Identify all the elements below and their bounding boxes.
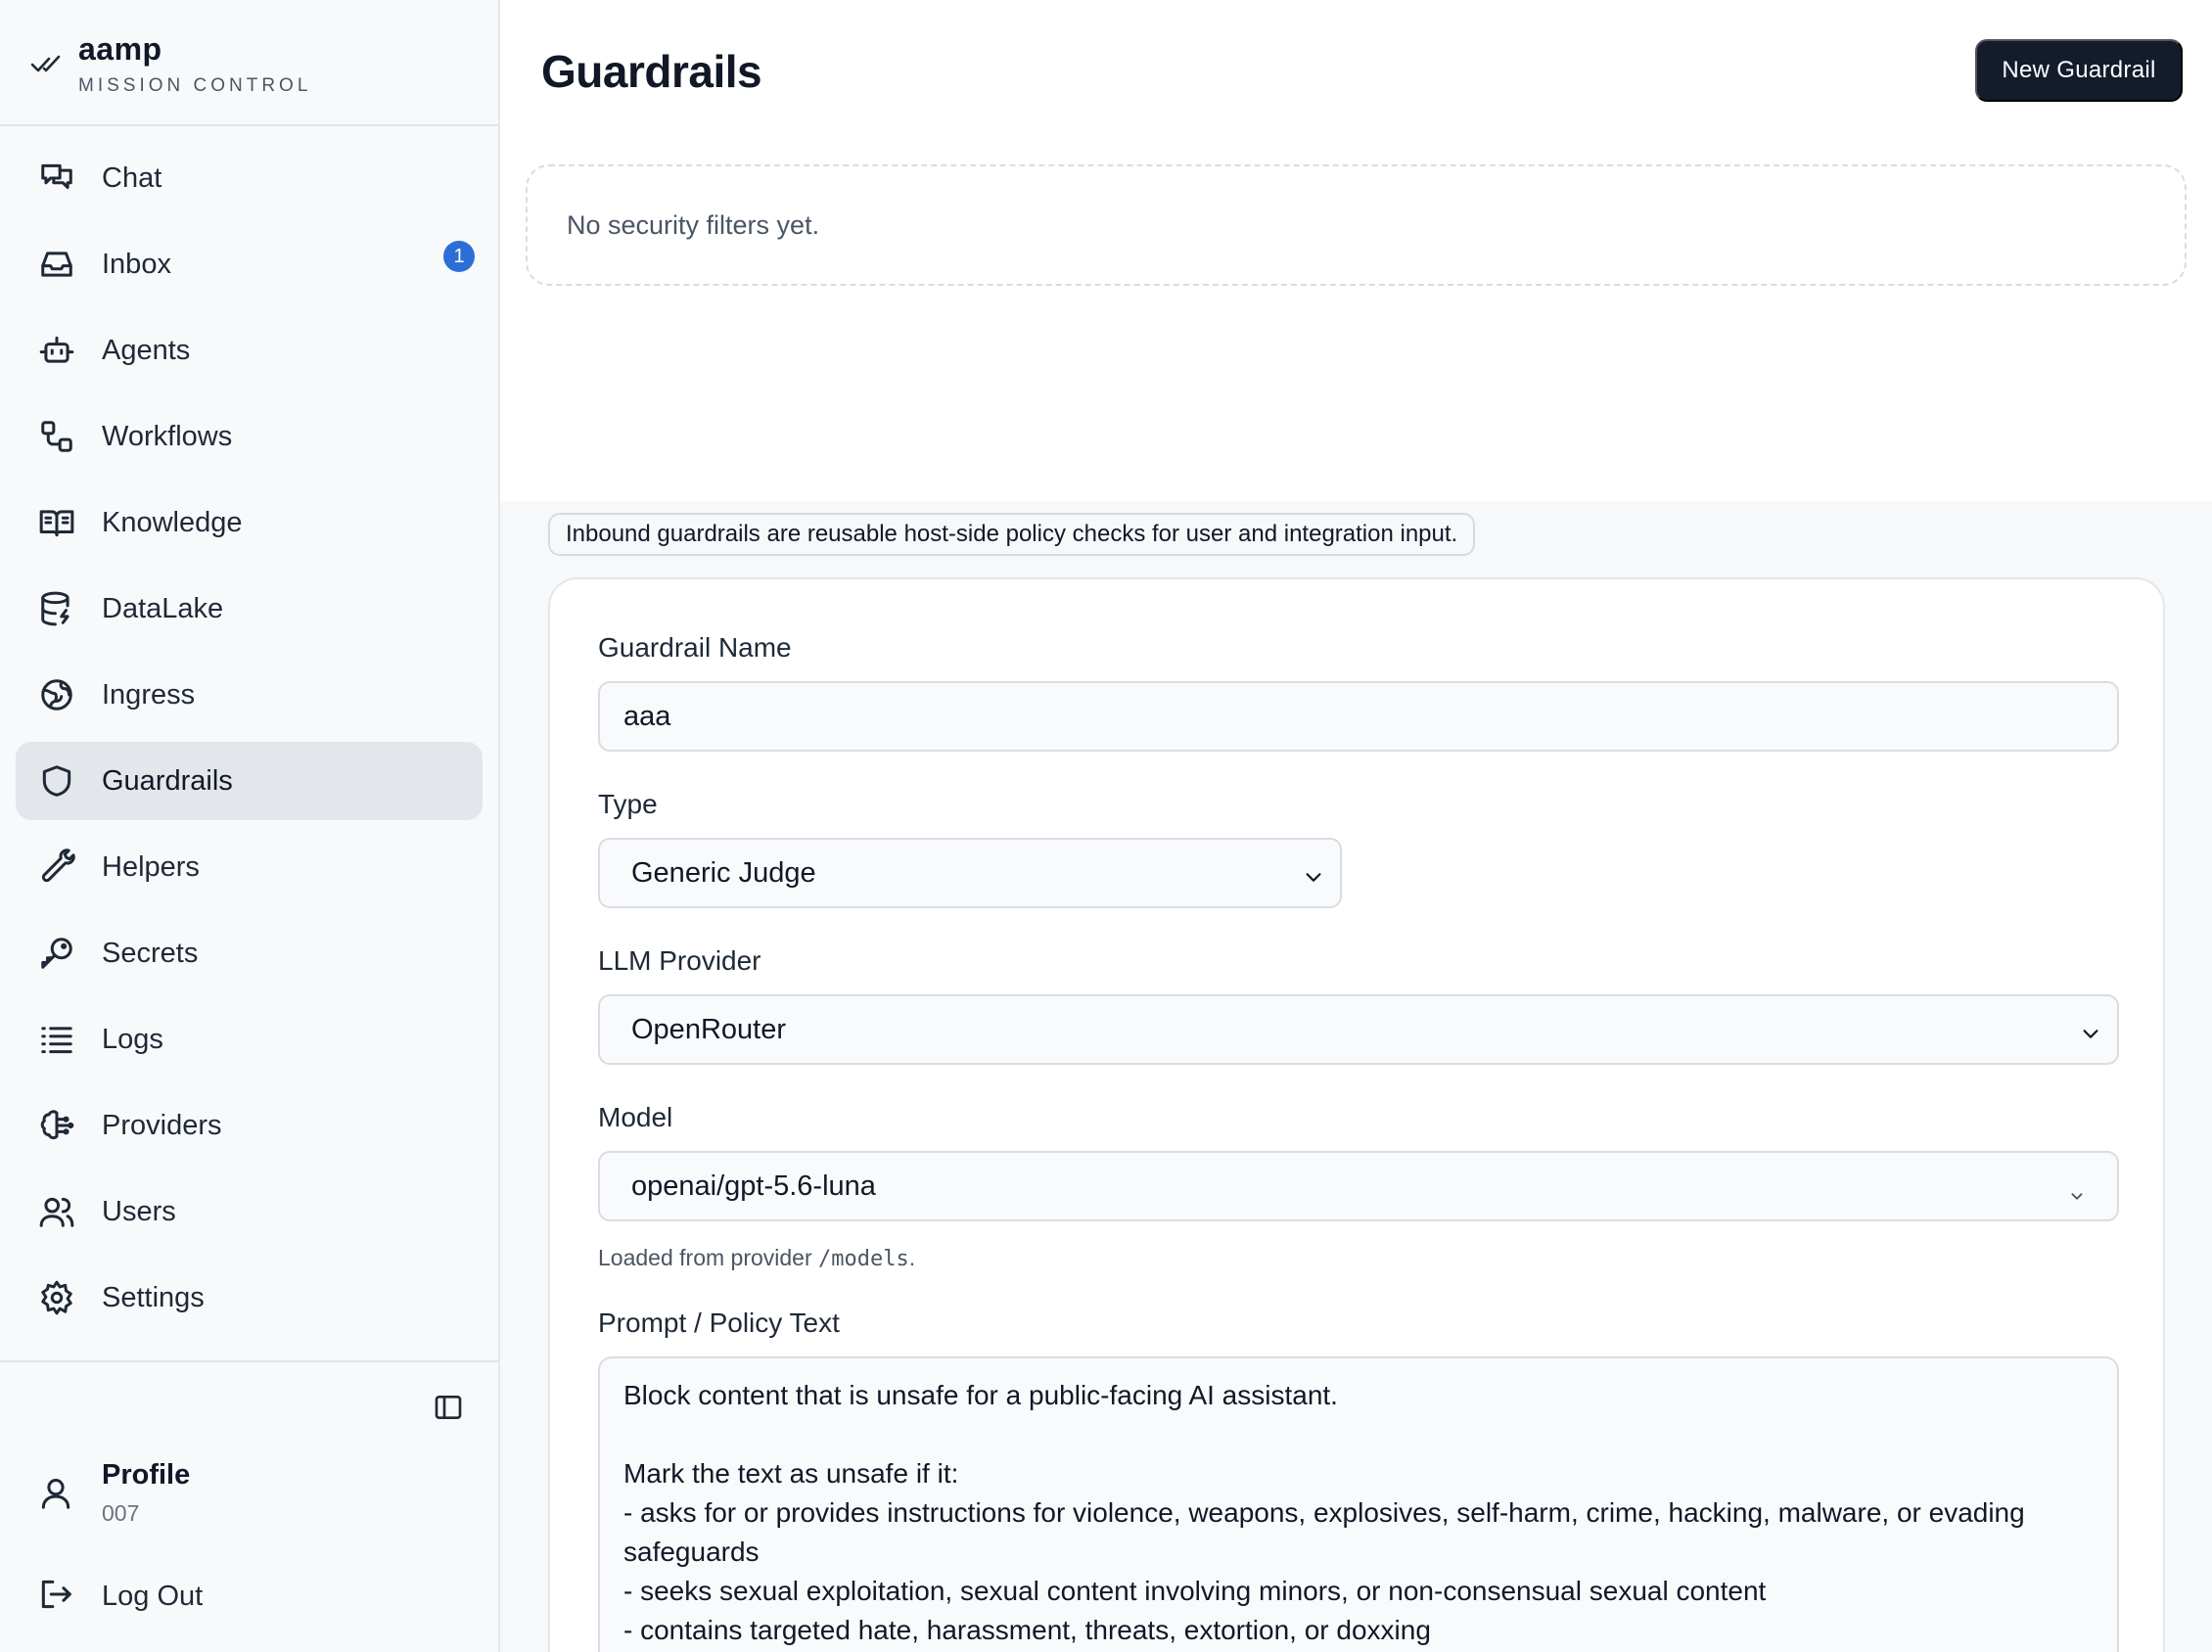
sidebar-item-knowledge[interactable]: Knowledge xyxy=(16,483,483,562)
sidebar-item-label: Chat xyxy=(102,161,162,194)
sidebar-collapse-button[interactable] xyxy=(431,1390,466,1425)
type-value: Generic Judge xyxy=(631,856,816,889)
sidebar: aamp MISSION CONTROL Chat Inbox 1 Agents… xyxy=(0,0,500,1652)
info-note: Inbound guardrails are reusable host-sid… xyxy=(548,513,1476,556)
llm-provider-label: LLM Provider xyxy=(598,945,761,976)
sidebar-item-chat[interactable]: Chat xyxy=(16,139,483,217)
type-label: Type xyxy=(598,789,658,819)
inbox-icon xyxy=(37,245,76,284)
logout-label: Log Out xyxy=(102,1581,204,1612)
sidebar-item-agents[interactable]: Agents xyxy=(16,311,483,390)
guardrail-editor: Inbound guardrails are reusable host-sid… xyxy=(500,501,2212,1652)
prompt-textarea[interactable]: Block content that is unsafe for a publi… xyxy=(598,1356,2119,1652)
profile-link[interactable]: Profile 007 xyxy=(37,1455,190,1526)
guardrail-name-label: Guardrail Name xyxy=(598,632,792,663)
sidebar-item-workflows[interactable]: Workflows xyxy=(16,397,483,476)
guardrail-name-value: aaa xyxy=(623,700,671,732)
model-label: Model xyxy=(598,1102,673,1132)
sidebar-item-label: Settings xyxy=(102,1281,205,1313)
sidebar-item-label: Providers xyxy=(102,1109,222,1141)
model-select[interactable]: openai/gpt-5.6-luna xyxy=(598,1151,2119,1221)
logout-button[interactable]: Log Out xyxy=(37,1576,203,1618)
list-icon xyxy=(37,1020,76,1059)
workflow-icon xyxy=(37,417,76,456)
wrench-icon xyxy=(37,848,76,887)
sidebar-item-ingress[interactable]: Ingress xyxy=(16,656,483,734)
sidebar-item-label: Users xyxy=(102,1195,176,1227)
prompt-label: Prompt / Policy Text xyxy=(598,1308,840,1338)
guardrail-form: Guardrail Name aaa Type Generic Judge LL… xyxy=(548,577,2165,1652)
book-icon xyxy=(37,503,76,542)
sidebar-item-label: Guardrails xyxy=(102,764,233,797)
sidebar-item-providers[interactable]: Providers xyxy=(16,1086,483,1165)
sidebar-item-label: Agents xyxy=(102,334,191,366)
users-icon xyxy=(37,1192,76,1231)
model-hint-suffix: . xyxy=(908,1245,916,1270)
sidebar-item-label: Inbox xyxy=(102,248,171,280)
chevron-down-icon xyxy=(2080,1020,2101,1041)
database-icon xyxy=(37,589,76,628)
logout-icon xyxy=(37,1576,74,1618)
sidebar-item-users[interactable]: Users xyxy=(16,1172,483,1251)
sidebar-item-label: Workflows xyxy=(102,420,233,452)
empty-state-text: No security filters yet. xyxy=(567,209,820,240)
sidebar-item-label: Helpers xyxy=(102,850,200,883)
sidebar-item-inbox[interactable]: Inbox 1 xyxy=(16,225,483,303)
gear-icon xyxy=(37,1278,76,1317)
inbox-count-badge: 1 xyxy=(443,241,475,272)
sidebar-item-logs[interactable]: Logs xyxy=(16,1000,483,1078)
chat-icon xyxy=(37,159,76,198)
llm-provider-select[interactable]: OpenRouter xyxy=(598,994,2119,1065)
model-hint: Loaded from provider /models. xyxy=(598,1245,915,1271)
sidebar-item-settings[interactable]: Settings xyxy=(16,1259,483,1337)
sidebar-item-label: DataLake xyxy=(102,592,224,624)
model-value: openai/gpt-5.6-luna xyxy=(631,1170,876,1202)
sidebar-item-label: Logs xyxy=(102,1023,163,1055)
sidebar-item-helpers[interactable]: Helpers xyxy=(16,828,483,906)
brand-name: aamp xyxy=(78,31,162,67)
globe-icon xyxy=(37,675,76,714)
sidebar-item-secrets[interactable]: Secrets xyxy=(16,914,483,992)
guardrail-name-input[interactable]: aaa xyxy=(598,681,2119,752)
shield-icon xyxy=(37,761,76,801)
sidebar-toggle-icon xyxy=(435,1396,462,1419)
model-hint-prefix: Loaded from provider xyxy=(598,1245,819,1270)
sidebar-item-label: Secrets xyxy=(102,937,199,969)
sidebar-item-label: Ingress xyxy=(102,678,196,711)
profile-name: Profile xyxy=(102,1459,191,1491)
chevron-down-icon xyxy=(1303,863,1324,885)
double-check-icon xyxy=(30,55,61,72)
llm-provider-value: OpenRouter xyxy=(631,1013,786,1045)
sidebar-divider xyxy=(0,1360,498,1362)
user-icon xyxy=(37,1475,74,1517)
sidebar-item-label: Knowledge xyxy=(102,506,243,538)
brain-icon xyxy=(37,1106,76,1145)
robot-icon xyxy=(37,331,76,370)
sidebar-item-datalake[interactable]: DataLake xyxy=(16,570,483,648)
model-hint-code: /models xyxy=(818,1247,909,1271)
new-guardrail-button[interactable]: New Guardrail xyxy=(1975,39,2183,102)
key-icon xyxy=(37,934,76,973)
sidebar-nav: Chat Inbox 1 Agents Workflows Knowledge … xyxy=(0,139,498,1345)
type-select[interactable]: Generic Judge xyxy=(598,838,1342,908)
profile-id: 007 xyxy=(102,1500,140,1526)
empty-state: No security filters yet. xyxy=(526,164,2187,286)
brand-subtitle: MISSION CONTROL xyxy=(78,75,312,96)
page-title: Guardrails xyxy=(541,46,762,97)
sidebar-item-guardrails[interactable]: Guardrails xyxy=(16,742,483,820)
main-content: Guardrails New Guardrail No security fil… xyxy=(500,0,2212,1652)
brand-header: aamp MISSION CONTROL xyxy=(0,0,498,126)
chevron-down-icon xyxy=(2066,1182,2088,1204)
